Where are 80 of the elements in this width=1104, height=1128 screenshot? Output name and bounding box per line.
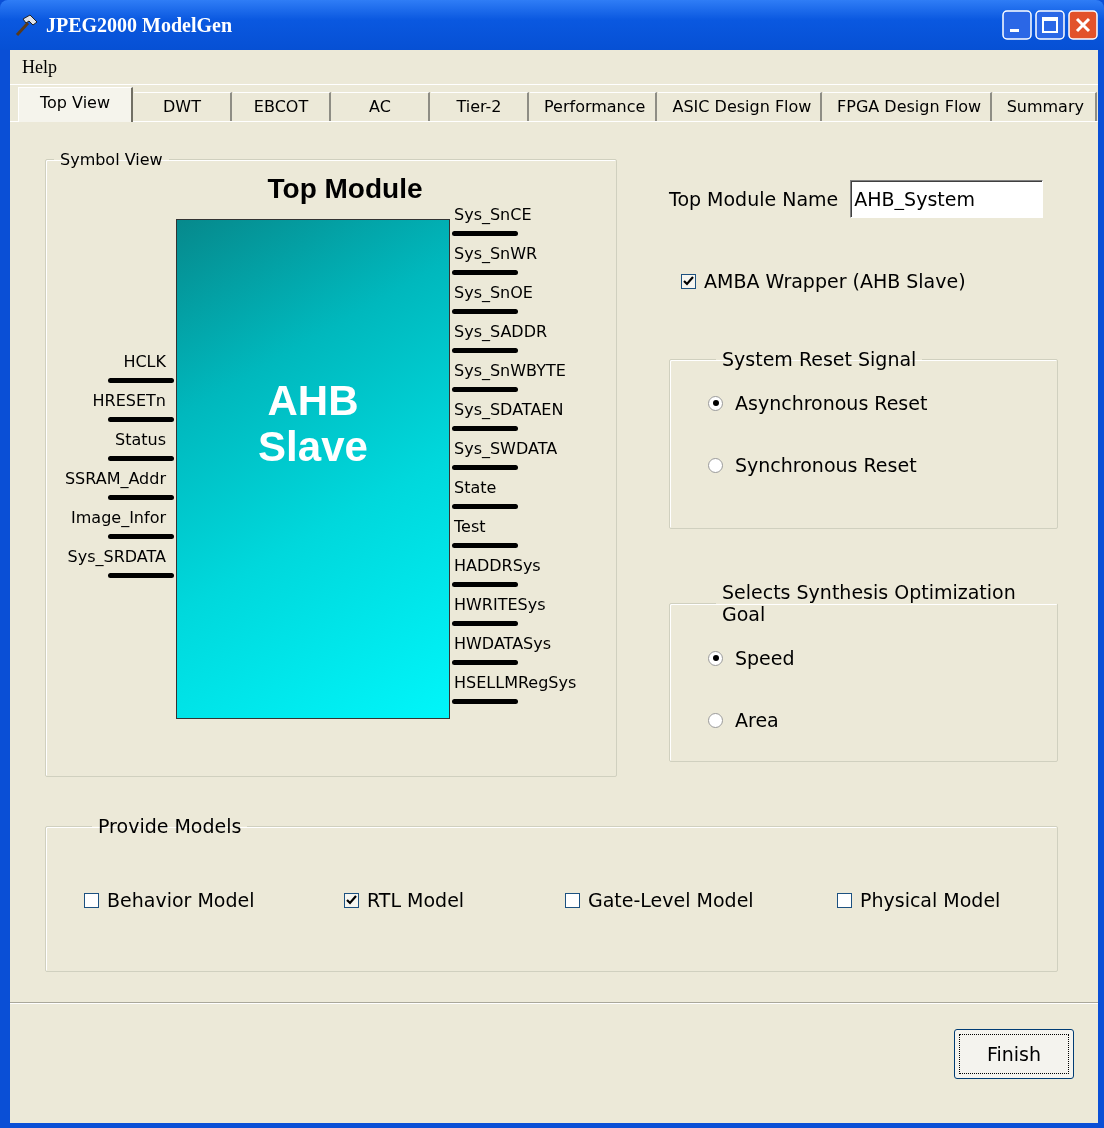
radio-button[interactable] [708, 457, 723, 473]
pin-line [452, 387, 518, 392]
block-label: AHB Slave [257, 378, 369, 470]
pin-label: State [453, 478, 498, 498]
tab[interactable]: Summary [992, 92, 1097, 121]
checkbox-label: Gate-Level Model [588, 889, 754, 911]
group-title: System Reset Signal [721, 348, 918, 370]
radio-button[interactable] [708, 395, 723, 411]
radio-button[interactable] [708, 650, 723, 666]
pin-label: Sys_SnOE [453, 283, 534, 303]
text-field[interactable]: AHB_System [850, 180, 1044, 218]
pin-line [452, 504, 518, 509]
tab[interactable]: Tier-2 [431, 92, 529, 121]
group-title: Symbol View [59, 150, 164, 169]
pin-line [452, 426, 518, 431]
finish-button[interactable]: Finish [954, 1029, 1074, 1079]
pin-label: Sys_SnWR [453, 244, 539, 264]
pin-line [452, 309, 518, 314]
pin-line [452, 231, 518, 236]
pin-label: HWRITESys [453, 595, 547, 615]
checkbox-label: RTL Model [367, 889, 465, 911]
checkbox-label: Physical Model [860, 889, 1001, 911]
radio-button[interactable] [708, 712, 723, 728]
pin-line [108, 534, 174, 539]
checkbox-label: Behavior Model [107, 889, 255, 911]
pin-label: Sys_SRDATA [66, 547, 167, 567]
pin-label: Sys_SADDR [453, 322, 549, 342]
pin-line [452, 348, 518, 353]
checkbox[interactable] [565, 892, 580, 908]
maximize-icon[interactable] [1035, 10, 1065, 40]
pin-label: HADDRSys [453, 556, 542, 576]
pin-label: HSELLMRegSys [453, 673, 578, 693]
pin-line [108, 456, 174, 461]
pin-label: Image_Infor [70, 508, 167, 528]
pin-label: Sys_SDATAEN [453, 400, 565, 420]
menu-item[interactable]: Help [22, 56, 57, 78]
tab[interactable]: AC [332, 92, 430, 121]
radio-label: Area [735, 709, 779, 731]
radio-label: Asynchronous Reset [735, 392, 928, 414]
pin-line [452, 465, 518, 470]
pin-line [452, 270, 518, 275]
window-title: JPEG2000 ModelGen [46, 13, 234, 37]
pin-line [452, 660, 518, 665]
pin-label: Sys_SWDATA [453, 439, 559, 459]
minimize-icon[interactable] [1002, 10, 1032, 40]
pin-line [452, 699, 518, 704]
module-heading: Top Module [266, 173, 424, 206]
pin-label: Test [453, 517, 487, 537]
tab[interactable]: Performance [530, 92, 658, 121]
tab[interactable]: Top View [18, 87, 133, 122]
pin-label: SSRAM_Addr [63, 469, 167, 489]
pin-label: Sys_SnCE [453, 205, 533, 225]
radio-label: Synchronous Reset [735, 454, 917, 476]
tab[interactable]: DWT [134, 92, 232, 121]
pin-label: HRESETn [91, 391, 167, 411]
group-title: Selects Synthesis Optimization Goal [721, 581, 1017, 625]
pin-line [108, 378, 174, 383]
tab[interactable]: FPGA Design Flow [823, 92, 992, 121]
pin-line [108, 417, 174, 422]
checkbox[interactable] [84, 892, 99, 908]
close-icon[interactable] [1068, 10, 1098, 40]
checkbox[interactable] [344, 892, 359, 908]
hammer-icon [14, 13, 40, 37]
pin-line [452, 621, 518, 626]
checkbox[interactable] [837, 892, 852, 908]
field-label: Top Module Name [669, 188, 839, 210]
pin-label: Sys_SnWBYTE [453, 361, 567, 381]
pin-label: HCLK [122, 352, 167, 372]
pin-label: HWDATASys [453, 634, 553, 654]
pin-label: Status [114, 430, 167, 450]
tab[interactable]: ASIC Design Flow [658, 92, 823, 121]
pin-line [452, 582, 518, 587]
group-title: Provide Models [97, 815, 243, 837]
pin-line [108, 573, 174, 578]
checkbox[interactable] [681, 273, 696, 289]
checkbox-label: AMBA Wrapper (AHB Slave) [704, 270, 966, 292]
pin-line [452, 543, 518, 548]
pin-line [108, 495, 174, 500]
tab[interactable]: EBCOT [233, 92, 331, 121]
radio-label: Speed [735, 647, 795, 669]
